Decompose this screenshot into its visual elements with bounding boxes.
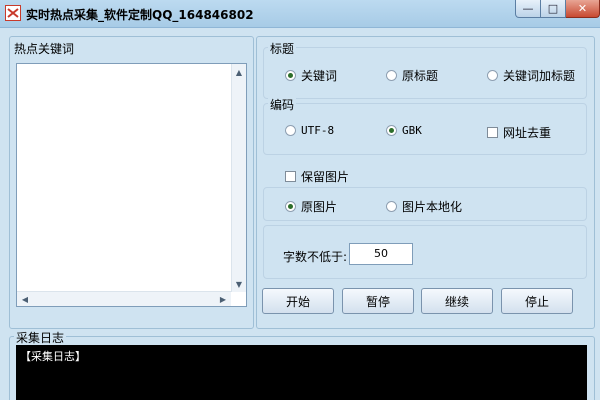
radio-icon	[285, 201, 296, 212]
option-label: 图片本地化	[402, 200, 463, 214]
stop-button[interactable]: 停止	[501, 288, 573, 314]
radio-icon	[285, 125, 296, 136]
maximize-button[interactable]: □	[541, 0, 566, 18]
scroll-right-icon[interactable]: ▶	[216, 292, 230, 306]
start-button[interactable]: 开始	[262, 288, 334, 314]
window-controls: — □ ✕	[515, 0, 600, 18]
option-label: 关键词	[301, 69, 338, 83]
log-line: 【采集日志】	[20, 350, 86, 363]
radio-image-localize[interactable]: 图片本地化	[386, 198, 462, 215]
radio-icon	[386, 201, 397, 212]
log-label: 采集日志	[14, 329, 67, 346]
encoding-label: 编码	[268, 96, 297, 113]
option-label: 关键词加标题	[503, 69, 576, 83]
title-bar[interactable]: 实时热点采集_软件定制QQ_164846802 — □ ✕	[0, 0, 600, 28]
word-count-label: 字数不低于:	[283, 250, 348, 264]
option-label: GBK	[402, 124, 422, 137]
log-console[interactable]: 【采集日志】	[16, 345, 587, 400]
minimize-button[interactable]: —	[515, 0, 541, 18]
title-mode-label: 标题	[268, 40, 297, 57]
scroll-up-icon[interactable]: ▲	[232, 65, 246, 79]
option-label: 原标题	[402, 69, 439, 83]
vertical-scrollbar[interactable]: ▲ ▼	[231, 64, 246, 292]
pause-button[interactable]: 暂停	[342, 288, 414, 314]
resume-button[interactable]: 继续	[421, 288, 493, 314]
radio-encoding-gbk[interactable]: GBK	[386, 124, 422, 137]
scroll-down-icon[interactable]: ▼	[232, 277, 246, 291]
radio-icon	[386, 125, 397, 136]
option-label: UTF-8	[301, 124, 335, 137]
option-label: 原图片	[301, 200, 338, 214]
keywords-label: 热点关键词	[12, 40, 77, 57]
checkbox-icon	[487, 127, 498, 138]
radio-icon	[487, 70, 498, 81]
radio-icon	[285, 70, 296, 81]
scroll-left-icon[interactable]: ◀	[18, 292, 32, 306]
option-label: 网址去重	[503, 126, 552, 140]
window-title: 实时热点采集_软件定制QQ_164846802	[26, 8, 254, 22]
radio-encoding-utf8[interactable]: UTF-8	[285, 124, 334, 137]
radio-title-keyword-plus-title[interactable]: 关键词加标题	[487, 67, 575, 84]
checkbox-keep-images[interactable]: 保留图片	[285, 168, 349, 185]
app-icon	[5, 5, 21, 21]
horizontal-scrollbar[interactable]: ◀ ▶	[17, 291, 231, 306]
radio-title-keyword[interactable]: 关键词	[285, 67, 337, 84]
checkbox-url-dedupe[interactable]: 网址去重	[487, 124, 551, 141]
radio-icon	[386, 70, 397, 81]
keywords-textarea[interactable]: ▲ ▼ ◀ ▶	[16, 63, 247, 307]
radio-image-original[interactable]: 原图片	[285, 198, 337, 215]
radio-title-original[interactable]: 原标题	[386, 67, 438, 84]
checkbox-icon	[285, 171, 296, 182]
close-button[interactable]: ✕	[566, 0, 600, 18]
word-count-input[interactable]: 50	[349, 243, 413, 265]
option-label: 保留图片	[301, 170, 350, 184]
